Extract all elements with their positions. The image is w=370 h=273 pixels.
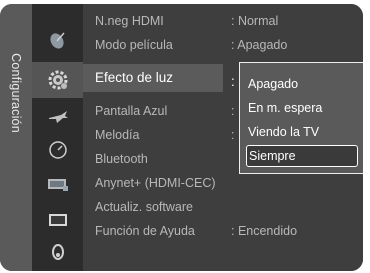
menu-item-label: Actualiz. software bbox=[95, 200, 193, 214]
menu-item-label: Bluetooth bbox=[95, 152, 148, 166]
headset-icon[interactable] bbox=[32, 236, 83, 268]
gear-icon[interactable] bbox=[32, 62, 83, 98]
menu-item-value: : bbox=[231, 128, 235, 142]
satellite-dish-icon[interactable] bbox=[32, 24, 83, 56]
menu-item-value: : Normal bbox=[231, 14, 279, 28]
menu-item-label: Anynet+ (HDMI-CEC) bbox=[95, 176, 216, 190]
dropdown-option-watching-tv[interactable]: Viendo la TV bbox=[246, 121, 358, 143]
menu-item-label: Pantalla Azul bbox=[95, 104, 168, 118]
menu-item-label: Efecto de luz bbox=[95, 70, 174, 85]
menu-item-help-function[interactable]: Función de Ayuda : Encendido bbox=[83, 220, 343, 242]
compass-icon[interactable] bbox=[32, 134, 83, 166]
menu-item-hdmi-black-level[interactable]: N.neg HDMI : Normal bbox=[83, 10, 343, 32]
section-label-text: Configuración bbox=[9, 53, 23, 133]
input-source-icon[interactable] bbox=[32, 169, 83, 201]
screen-icon[interactable] bbox=[32, 204, 83, 236]
menu-item-label: Modo película bbox=[95, 38, 173, 52]
menu-item-anynet[interactable]: Anynet+ (HDMI-CEC) bbox=[83, 172, 343, 194]
dropdown-option-off[interactable]: Apagado bbox=[246, 73, 358, 95]
dropdown-option-standby[interactable]: En m. espera bbox=[246, 97, 358, 119]
menu-item-label: Melodía bbox=[95, 128, 140, 142]
light-effect-dropdown[interactable]: Apagado En m. espera Viendo la TV Siempr… bbox=[239, 62, 363, 174]
menu-item-film-mode[interactable]: Modo película : Apagado bbox=[83, 34, 343, 56]
menu-item-software-update[interactable]: Actualiz. software bbox=[83, 196, 343, 218]
menu-item-value: : Apagado bbox=[231, 38, 288, 52]
category-icon-column bbox=[32, 4, 83, 271]
airplane-icon[interactable] bbox=[32, 101, 83, 133]
dropdown-option-always[interactable]: Siempre bbox=[246, 145, 358, 167]
menu-item-label: Función de Ayuda bbox=[95, 224, 195, 238]
menu-item-light-effect[interactable]: Efecto de luz bbox=[83, 64, 223, 92]
menu-item-value: : bbox=[231, 104, 235, 118]
menu-item-value: : Encendido bbox=[231, 224, 298, 238]
settings-panel: Configuración N.neg HDMI: Normal Modo p… bbox=[0, 4, 363, 271]
menu-item-label: N.neg HDMI bbox=[95, 14, 164, 28]
section-label: Configuración bbox=[0, 38, 32, 148]
